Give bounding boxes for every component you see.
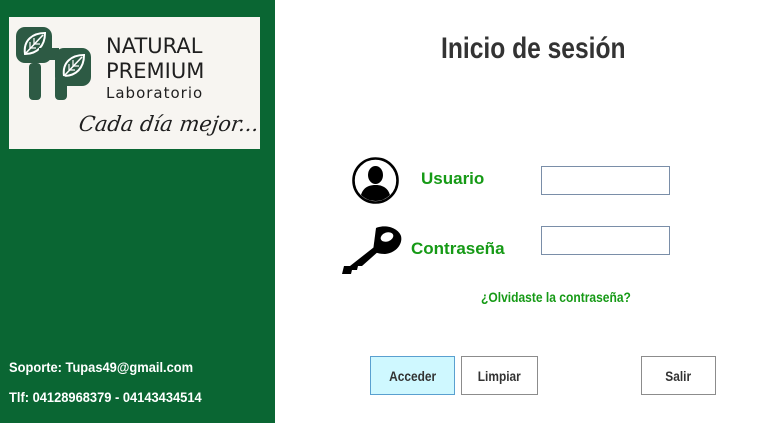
brand-name-line2: PREMIUM bbox=[106, 59, 205, 83]
exit-button-label: Salir bbox=[665, 367, 692, 384]
user-icon bbox=[352, 157, 399, 204]
password-input[interactable] bbox=[541, 226, 670, 255]
support-email: Soporte: Tupas49@gmail.com bbox=[9, 359, 194, 375]
password-label: Contraseña bbox=[411, 239, 505, 258]
login-button[interactable]: Acceder bbox=[370, 356, 455, 395]
leaf-logo-icon bbox=[16, 27, 91, 100]
username-input[interactable] bbox=[541, 166, 670, 195]
login-window: NATURAL PREMIUM Laboratorio Cada día mej… bbox=[0, 0, 761, 423]
brand-name-line1: NATURAL bbox=[106, 34, 203, 58]
page-title: Inicio de sesión bbox=[441, 32, 626, 65]
brand-panel: NATURAL PREMIUM Laboratorio Cada día mej… bbox=[0, 0, 275, 423]
brand-tagline: Cada día mejor... bbox=[77, 112, 261, 136]
clear-button-label: Limpiar bbox=[477, 367, 521, 384]
clear-button[interactable]: Limpiar bbox=[461, 356, 538, 395]
support-phone: Tlf: 04128968379 - 04143434514 bbox=[9, 389, 202, 405]
login-button-label: Acceder bbox=[389, 367, 436, 384]
username-label: Usuario bbox=[421, 169, 485, 188]
exit-button[interactable]: Salir bbox=[641, 356, 716, 395]
key-icon bbox=[342, 226, 402, 274]
logo: NATURAL PREMIUM Laboratorio Cada día mej… bbox=[9, 17, 261, 149]
brand-name-line3: Laboratorio bbox=[106, 84, 204, 102]
forgot-password-link[interactable]: ¿Olvidaste la contraseña? bbox=[481, 289, 631, 305]
